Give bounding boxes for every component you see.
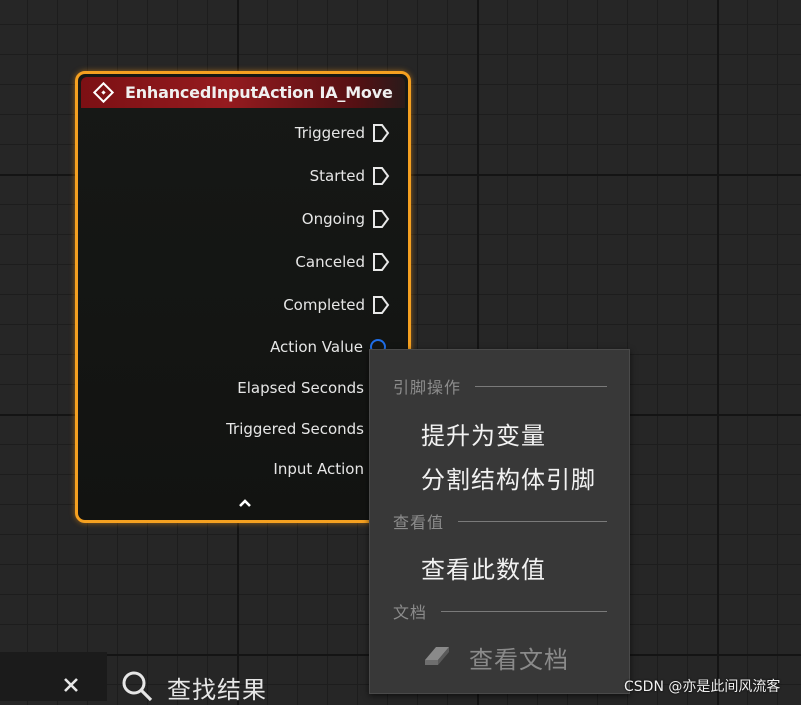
menu-item-promote-to-variable[interactable]: 提升为变量 xyxy=(421,416,546,451)
pin-context-menu: 引脚操作 提升为变量 分割结构体引脚 查看值 查看此数值 文档 查看文档 xyxy=(369,349,630,694)
pin-row-triggered[interactable]: Triggered xyxy=(295,121,408,145)
search-icon xyxy=(122,671,153,702)
pin-row-completed[interactable]: Completed xyxy=(283,293,408,317)
section-header-label: 文档 xyxy=(393,603,428,622)
pin-row-started[interactable]: Started xyxy=(310,164,408,188)
section-divider xyxy=(475,385,607,387)
pin-label: Canceled xyxy=(295,253,365,271)
close-icon[interactable] xyxy=(63,677,79,693)
pin-row-canceled[interactable]: Canceled xyxy=(295,250,408,274)
section-header-label: 查看值 xyxy=(393,513,445,532)
section-header-watch: 查看值 xyxy=(393,510,607,532)
exec-pin-icon[interactable] xyxy=(372,252,390,272)
search-results-label[interactable]: 查找结果 xyxy=(167,670,267,705)
pin-label: Action Value xyxy=(270,338,363,356)
bottom-panel-tab[interactable] xyxy=(0,652,107,701)
section-header-label: 引脚操作 xyxy=(393,378,462,397)
menu-item-view-documentation[interactable]: 查看文档 xyxy=(469,640,569,675)
exec-pin-icon[interactable] xyxy=(372,123,390,143)
section-header-pin-actions: 引脚操作 xyxy=(393,375,607,397)
pin-label: Started xyxy=(309,167,365,185)
pin-label: Triggered Seconds xyxy=(226,420,364,438)
section-divider xyxy=(441,610,607,612)
collapse-chevron-up-icon[interactable] xyxy=(236,496,254,510)
exec-pin-icon[interactable] xyxy=(372,166,390,186)
menu-item-watch-value[interactable]: 查看此数值 xyxy=(421,550,546,585)
pin-row-ongoing[interactable]: Ongoing xyxy=(302,207,408,231)
blueprint-node[interactable]: EnhancedInputAction IA_Move Triggered St… xyxy=(75,71,411,523)
section-divider xyxy=(458,520,607,522)
eraser-icon xyxy=(425,647,449,665)
menu-item-split-struct-pin[interactable]: 分割结构体引脚 xyxy=(421,460,596,495)
exec-pin-icon[interactable] xyxy=(372,209,390,229)
node-title: EnhancedInputAction IA_Move xyxy=(125,83,393,102)
exec-pin-icon[interactable] xyxy=(372,295,390,315)
section-header-documentation: 文档 xyxy=(393,600,607,622)
pin-label: Completed xyxy=(283,296,365,314)
event-diamond-icon xyxy=(92,81,115,104)
watermark: CSDN @亦是此间风流客 xyxy=(624,679,781,695)
pin-label: Ongoing xyxy=(301,210,365,228)
pin-label: Triggered xyxy=(294,124,365,142)
pin-label: Elapsed Seconds xyxy=(237,379,364,397)
pin-label: Input Action xyxy=(273,460,364,478)
node-header[interactable]: EnhancedInputAction IA_Move xyxy=(81,77,405,108)
